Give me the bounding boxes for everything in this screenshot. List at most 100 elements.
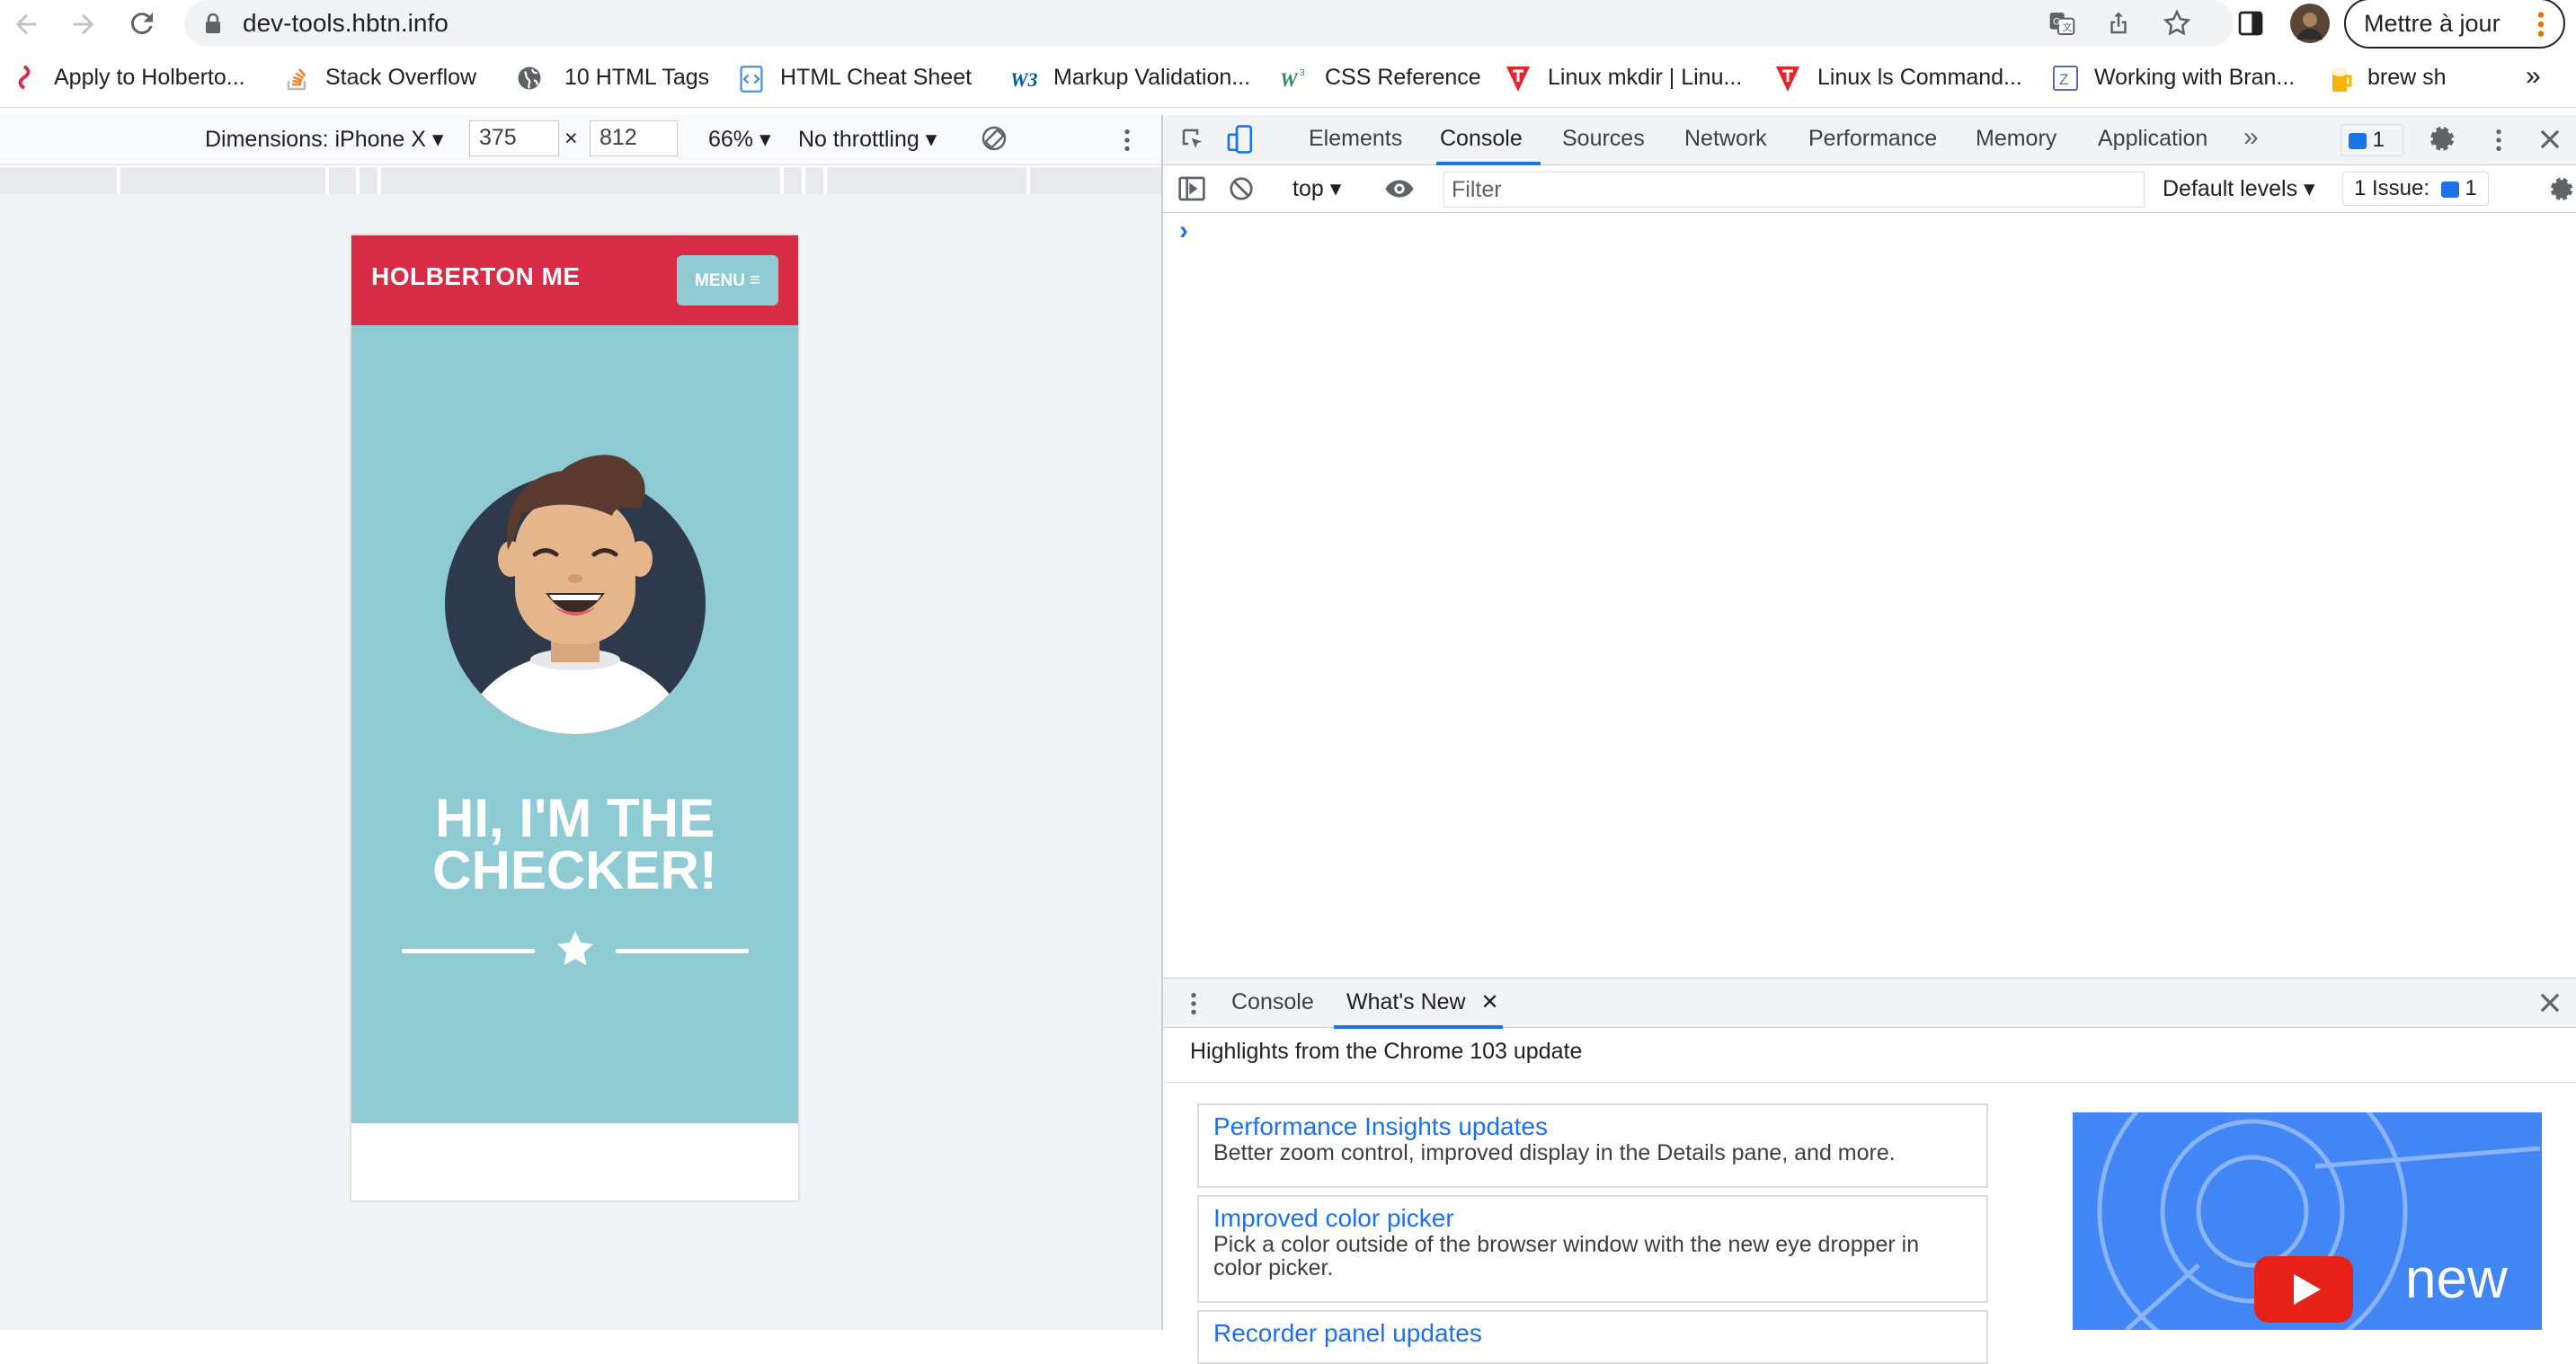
- drawer-tab-console[interactable]: Console: [1231, 989, 1314, 1015]
- drawer-tab-whats-new[interactable]: What's New ✕: [1346, 989, 1499, 1015]
- device-height-input[interactable]: 812: [590, 120, 678, 156]
- divider-left: [402, 949, 535, 953]
- tab-console[interactable]: Console: [1440, 126, 1523, 152]
- close-devtools-icon[interactable]: [2538, 128, 2562, 151]
- share-icon[interactable]: [2105, 9, 2132, 38]
- stackoverflow-icon: [286, 65, 311, 93]
- bookmark-item[interactable]: Stack Overflow: [325, 65, 476, 91]
- tab-network[interactable]: Network: [1684, 126, 1767, 152]
- reload-icon[interactable]: [126, 7, 158, 40]
- tab-elements[interactable]: Elements: [1309, 126, 1402, 152]
- media-query-ruler[interactable]: [0, 167, 1161, 194]
- rotate-icon[interactable]: [980, 124, 1008, 153]
- heading-line-1: HI, I'M THE: [435, 788, 715, 848]
- issues-label: 1 Issue:: [2354, 176, 2430, 200]
- tab-sources[interactable]: Sources: [1562, 126, 1645, 152]
- device-toolbar: Dimensions: iPhone X ▾ 375 × 812 66% ▾ N…: [0, 115, 1161, 165]
- card-title[interactable]: Improved color picker: [1213, 1204, 1972, 1233]
- card-title[interactable]: Recorder panel updates: [1213, 1319, 1972, 1348]
- tab-application[interactable]: Application: [2098, 126, 2207, 152]
- console-sidebar-icon[interactable]: [1177, 175, 1206, 202]
- whats-new-card[interactable]: Improved color picker Pick a color outsi…: [1197, 1195, 1988, 1303]
- avatar-illustration: [445, 442, 706, 734]
- bookmark-item[interactable]: HTML Cheat Sheet: [780, 65, 972, 91]
- close-tab-icon[interactable]: ✕: [1481, 990, 1499, 1014]
- code-icon: [739, 65, 764, 93]
- close-drawer-icon[interactable]: [2538, 991, 2562, 1014]
- hero-section: HI, I'M THE CHECKER!: [351, 325, 798, 1123]
- page-heading: HI, I'M THE CHECKER!: [351, 788, 798, 900]
- address-bar[interactable]: dev-tools.hbtn.info G文: [184, 0, 2234, 47]
- drawer-menu-icon[interactable]: [1190, 991, 1197, 1016]
- context-label: top: [1292, 176, 1324, 201]
- browser-toolbar: dev-tools.hbtn.info G文 Mettre à jour: [0, 0, 2576, 49]
- issues-button[interactable]: 1 Issue: 1: [2342, 172, 2489, 206]
- bookmark-item[interactable]: CSS Reference: [1325, 65, 1481, 91]
- settings-icon[interactable]: [2427, 124, 2457, 155]
- translate-icon[interactable]: G文: [2047, 9, 2076, 38]
- card-title[interactable]: Performance Insights updates: [1213, 1112, 1972, 1141]
- svg-text:3: 3: [1300, 68, 1305, 78]
- device-more-icon[interactable]: [1124, 128, 1131, 153]
- device-dimensions-select[interactable]: Dimensions: iPhone X ▾: [205, 126, 443, 153]
- whats-new-promo-video[interactable]: new: [2073, 1112, 2542, 1330]
- svg-text:W: W: [1280, 68, 1299, 91]
- device-width-input[interactable]: 375: [469, 120, 559, 156]
- svg-text:Z: Z: [2059, 71, 2068, 88]
- url-text[interactable]: dev-tools.hbtn.info: [243, 9, 449, 38]
- console-filter-input[interactable]: Filter: [1443, 172, 2145, 208]
- bookmark-item[interactable]: Linux ls Command...: [1817, 65, 2022, 91]
- live-expression-eye-icon[interactable]: [1384, 175, 1415, 202]
- log-levels-select[interactable]: Default levels ▾: [2163, 175, 2315, 202]
- site-brand[interactable]: HOLBERTON ME: [371, 262, 581, 291]
- bookmark-item[interactable]: brew sh: [2367, 65, 2447, 91]
- devtools-drawer: Console What's New ✕ Highlights from the…: [1163, 978, 2576, 1364]
- context-select[interactable]: top ▾: [1292, 175, 1341, 202]
- globe-icon: [516, 65, 541, 93]
- clear-console-icon[interactable]: [1228, 175, 1255, 202]
- forward-icon[interactable]: [68, 9, 99, 40]
- play-icon[interactable]: [2254, 1256, 2353, 1323]
- console-prompt[interactable]: ›: [1179, 216, 1188, 246]
- message-icon: [2349, 132, 2367, 149]
- drawer-divider: [1163, 1082, 2576, 1083]
- card-description: Pick a color outside of the browser wind…: [1213, 1232, 1920, 1280]
- bookmark-item[interactable]: Linux mkdir | Linu...: [1548, 65, 1742, 91]
- bookmark-item[interactable]: Apply to Holberto...: [54, 65, 245, 91]
- log-levels-label: Default levels: [2163, 176, 2298, 201]
- bookmark-item[interactable]: Working with Bran...: [2094, 65, 2295, 91]
- linux-tutorial-icon: [1774, 65, 1799, 93]
- devtools-tabbar: Elements Console Sources Network Perform…: [1163, 115, 2576, 165]
- bookmark-item[interactable]: Markup Validation...: [1053, 65, 1250, 91]
- inspect-element-icon[interactable]: [1179, 126, 1206, 153]
- whats-new-card[interactable]: Performance Insights updates Better zoom…: [1197, 1103, 1988, 1188]
- svg-text:W3: W3: [1010, 68, 1038, 91]
- bookmark-star-icon[interactable]: [2162, 8, 2192, 39]
- page-header: HOLBERTON ME MENU ≡: [351, 235, 798, 325]
- divider-right: [616, 949, 749, 953]
- devtools-menu-icon[interactable]: [2495, 128, 2502, 153]
- bookmark-item[interactable]: 10 HTML Tags: [564, 65, 709, 91]
- side-panel-icon[interactable]: [2236, 9, 2265, 38]
- menu-button[interactable]: MENU ≡: [677, 255, 778, 306]
- update-button[interactable]: Mettre à jour: [2344, 0, 2565, 49]
- promo-text: new: [2405, 1248, 2508, 1310]
- console-settings-icon[interactable]: [2547, 175, 2576, 204]
- heading-line-2: CHECKER!: [432, 840, 717, 900]
- linux-tutorial-icon: [1505, 65, 1530, 93]
- bookmarks-overflow-icon[interactable]: »: [2526, 61, 2541, 92]
- back-icon[interactable]: [11, 9, 41, 40]
- avatar[interactable]: [2290, 4, 2330, 43]
- emulated-page: HOLBERTON ME MENU ≡ HI, I'M THE CHECKER!: [351, 235, 798, 1200]
- more-vert-icon: [2536, 11, 2545, 38]
- tab-memory[interactable]: Memory: [1976, 126, 2056, 152]
- issues-count: 1: [2465, 176, 2477, 200]
- issues-counter[interactable]: 1: [2341, 124, 2403, 156]
- throttling-select[interactable]: No throttling ▾: [798, 126, 937, 153]
- tab-performance[interactable]: Performance: [1808, 126, 1937, 152]
- active-tab-indicator: [1436, 162, 1541, 165]
- zoom-select[interactable]: 66% ▾: [708, 126, 771, 153]
- more-tabs-icon[interactable]: »: [2243, 122, 2259, 153]
- device-toggle-icon[interactable]: [1226, 124, 1255, 155]
- whats-new-card[interactable]: Recorder panel updates: [1197, 1310, 1988, 1364]
